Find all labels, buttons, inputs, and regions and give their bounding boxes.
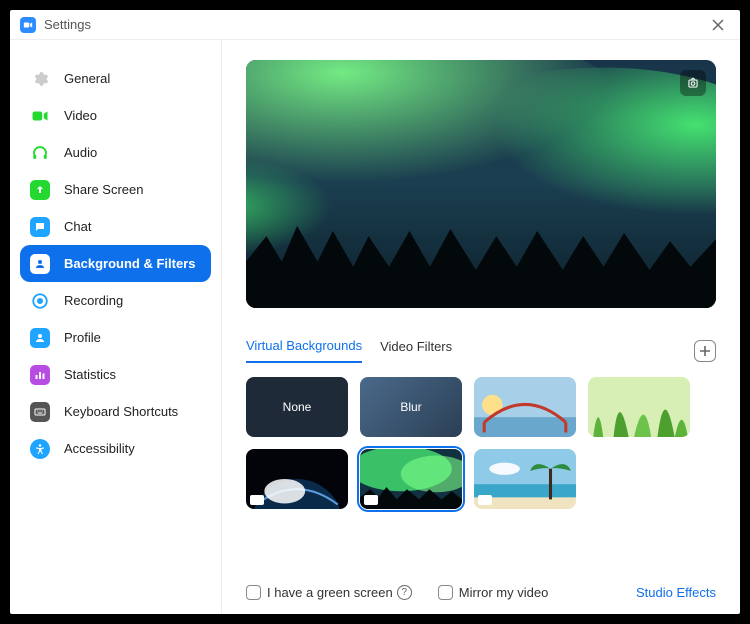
green-screen-checkbox[interactable] (246, 585, 261, 600)
titlebar: Settings (10, 10, 740, 40)
video-badge-icon (478, 495, 492, 505)
statistics-icon (30, 365, 50, 385)
window-title: Settings (44, 17, 91, 32)
sidebar-item-label: Video (64, 108, 97, 123)
video-icon (30, 106, 50, 126)
studio-effects-link[interactable]: Studio Effects (636, 585, 716, 600)
help-icon[interactable]: ? (397, 585, 412, 600)
tab-label: Video Filters (380, 339, 452, 354)
chat-icon (30, 217, 50, 237)
sidebar-item-general[interactable]: General (20, 60, 211, 97)
green-screen-label: I have a green screen (267, 585, 393, 600)
share-screen-icon (30, 180, 50, 200)
close-button[interactable] (706, 13, 730, 37)
user-badge-icon (30, 254, 50, 274)
sidebar-item-statistics[interactable]: Statistics (20, 356, 211, 393)
sidebar-item-label: Chat (64, 219, 91, 234)
background-bridge[interactable] (474, 377, 576, 437)
video-preview (246, 60, 716, 308)
rotate-camera-button[interactable] (680, 70, 706, 96)
sidebar-item-share-screen[interactable]: Share Screen (20, 171, 211, 208)
sidebar-item-label: Profile (64, 330, 101, 345)
sidebar-item-label: Accessibility (64, 441, 135, 456)
sidebar-item-bg-filters[interactable]: Background & Filters (20, 245, 211, 282)
sidebar-item-label: Background & Filters (64, 256, 195, 271)
sidebar-item-chat[interactable]: Chat (20, 208, 211, 245)
sidebar: General Video Audio Share Screen (10, 40, 222, 614)
content-area: General Video Audio Share Screen (10, 40, 740, 614)
sidebar-item-label: General (64, 71, 110, 86)
background-none[interactable]: None (246, 377, 348, 437)
backgrounds-grid: None Blur (246, 377, 716, 509)
sidebar-item-recording[interactable]: Recording (20, 282, 211, 319)
main-panel: Virtual Backgrounds Video Filters None B… (222, 40, 740, 614)
background-blur[interactable]: Blur (360, 377, 462, 437)
sidebar-item-keyboard[interactable]: Keyboard Shortcuts (20, 393, 211, 430)
gear-icon (30, 69, 50, 89)
bottom-row: I have a green screen ? Mirror my video … (246, 573, 716, 600)
accessibility-icon (30, 439, 50, 459)
headphones-icon (30, 143, 50, 163)
sidebar-item-label: Recording (64, 293, 123, 308)
record-icon (30, 291, 50, 311)
sidebar-item-video[interactable]: Video (20, 97, 211, 134)
tabs-row: Virtual Backgrounds Video Filters (246, 338, 716, 363)
tab-virtual-backgrounds[interactable]: Virtual Backgrounds (246, 338, 362, 363)
mirror-checkbox[interactable] (438, 585, 453, 600)
sidebar-item-label: Keyboard Shortcuts (64, 404, 178, 419)
thumb-label: Blur (400, 400, 421, 414)
video-badge-icon (250, 495, 264, 505)
add-background-button[interactable] (694, 340, 716, 362)
background-earth[interactable] (246, 449, 348, 509)
video-badge-icon (364, 495, 378, 505)
sidebar-item-label: Audio (64, 145, 97, 160)
app-logo (20, 17, 36, 33)
sidebar-item-label: Statistics (64, 367, 116, 382)
thumb-label: None (283, 400, 312, 414)
background-grass[interactable] (588, 377, 690, 437)
sidebar-item-profile[interactable]: Profile (20, 319, 211, 356)
background-beach[interactable] (474, 449, 576, 509)
sidebar-item-audio[interactable]: Audio (20, 134, 211, 171)
settings-window: Settings General Video (10, 10, 740, 614)
mirror-label: Mirror my video (459, 585, 549, 600)
tab-label: Virtual Backgrounds (246, 338, 362, 353)
tab-video-filters[interactable]: Video Filters (380, 339, 452, 362)
green-screen-option[interactable]: I have a green screen ? (246, 585, 412, 600)
sidebar-item-label: Share Screen (64, 182, 144, 197)
mirror-option[interactable]: Mirror my video (438, 585, 549, 600)
sidebar-item-accessibility[interactable]: Accessibility (20, 430, 211, 467)
background-aurora[interactable] (360, 449, 462, 509)
profile-icon (30, 328, 50, 348)
keyboard-icon (30, 402, 50, 422)
